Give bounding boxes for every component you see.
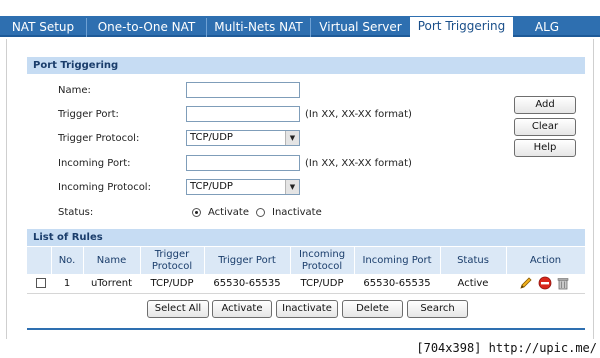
watermark: [704x398] http://upic.me/ — [416, 341, 597, 355]
chevron-down-icon[interactable]: ▼ — [285, 180, 299, 194]
trigger-protocol-select[interactable]: TCP/UDP ▼ — [186, 130, 300, 146]
incoming-port-input[interactable] — [186, 155, 300, 171]
row-select-checkbox[interactable] — [36, 278, 46, 288]
row-no: 1 — [63, 278, 71, 289]
divider — [204, 247, 205, 274]
clear-button[interactable]: Clear — [514, 118, 576, 136]
incoming-port-label: Incoming Port: — [58, 158, 131, 169]
col-header-action: Action — [529, 254, 562, 266]
incoming-port-hint: (In XX, XX-XX format) — [305, 158, 412, 169]
col-header-no: No. — [58, 254, 76, 266]
help-button[interactable]: Help — [514, 139, 576, 157]
row-name: uTorrent — [90, 278, 133, 289]
trigger-port-input[interactable] — [186, 106, 300, 122]
trigger-protocol-value: TCP/UDP — [190, 132, 233, 143]
port-triggering-header: Port Triggering — [27, 57, 585, 74]
delete-button[interactable]: Delete — [342, 300, 403, 318]
incoming-protocol-select[interactable]: TCP/UDP ▼ — [186, 179, 300, 195]
row-trigger-port: 65530-65535 — [213, 278, 281, 289]
tab-nat-setup[interactable]: NAT Setup — [0, 18, 86, 37]
tab-one-to-one-nat[interactable]: One-to-One NAT — [86, 18, 206, 37]
divider — [27, 293, 585, 294]
incoming-protocol-label: Incoming Protocol: — [58, 182, 151, 193]
divider — [290, 247, 291, 274]
tab-multi-nets-nat[interactable]: Multi-Nets NAT — [206, 18, 310, 37]
col-header-status: Status — [457, 254, 489, 266]
divider — [83, 247, 84, 274]
col-header-incoming-port: Incoming Port — [362, 254, 432, 266]
trigger-port-label: Trigger Port: — [58, 109, 119, 120]
bottom-rule — [27, 328, 585, 330]
status-activate-radio[interactable] — [192, 208, 201, 217]
row-incoming-port: 65530-65535 — [363, 278, 431, 289]
col-header-trigger-protocol: Trigger Protocol — [151, 248, 193, 272]
divider — [506, 247, 507, 274]
divider — [51, 247, 52, 274]
status-inactivate-label: Inactivate — [272, 207, 322, 218]
add-button[interactable]: Add — [514, 96, 576, 114]
divider — [440, 247, 441, 274]
inactivate-button[interactable]: Inactivate — [276, 300, 338, 318]
tab-alg[interactable]: ALG — [513, 18, 581, 37]
col-header-incoming-protocol: Incoming Protocol — [298, 248, 346, 272]
trigger-protocol-label: Trigger Protocol: — [58, 133, 140, 144]
status-activate-label: Activate — [208, 207, 249, 218]
col-header-name: Name — [96, 254, 127, 266]
tab-bar: NAT Setup One-to-One NAT Multi-Nets NAT … — [0, 16, 600, 38]
list-of-rules-header: List of Rules — [27, 229, 585, 246]
row-incoming-protocol: TCP/UDP — [300, 278, 344, 289]
select-all-button[interactable]: Select All — [147, 300, 209, 318]
top-strip — [0, 0, 600, 16]
status-inactivate-radio[interactable] — [256, 208, 265, 217]
trigger-port-hint: (In XX, XX-XX format) — [305, 109, 412, 120]
name-input[interactable] — [186, 82, 300, 98]
trash-icon[interactable] — [556, 276, 570, 290]
tab-virtual-server[interactable]: Virtual Server — [310, 18, 410, 37]
row-status: Active — [457, 278, 489, 289]
status-label: Status: — [58, 207, 94, 218]
row-trigger-protocol: TCP/UDP — [150, 278, 194, 289]
tab-port-triggering[interactable]: Port Triggering — [410, 17, 513, 38]
search-button[interactable]: Search — [407, 300, 468, 318]
activate-button[interactable]: Activate — [212, 300, 272, 318]
divider — [354, 247, 355, 274]
divider — [140, 247, 141, 274]
name-label: Name: — [58, 85, 91, 96]
disable-icon[interactable] — [538, 276, 552, 290]
chevron-down-icon[interactable]: ▼ — [285, 131, 299, 145]
col-header-trigger-port: Trigger Port — [218, 254, 276, 266]
incoming-protocol-value: TCP/UDP — [190, 181, 233, 192]
edit-pencil-icon[interactable] — [519, 276, 533, 290]
